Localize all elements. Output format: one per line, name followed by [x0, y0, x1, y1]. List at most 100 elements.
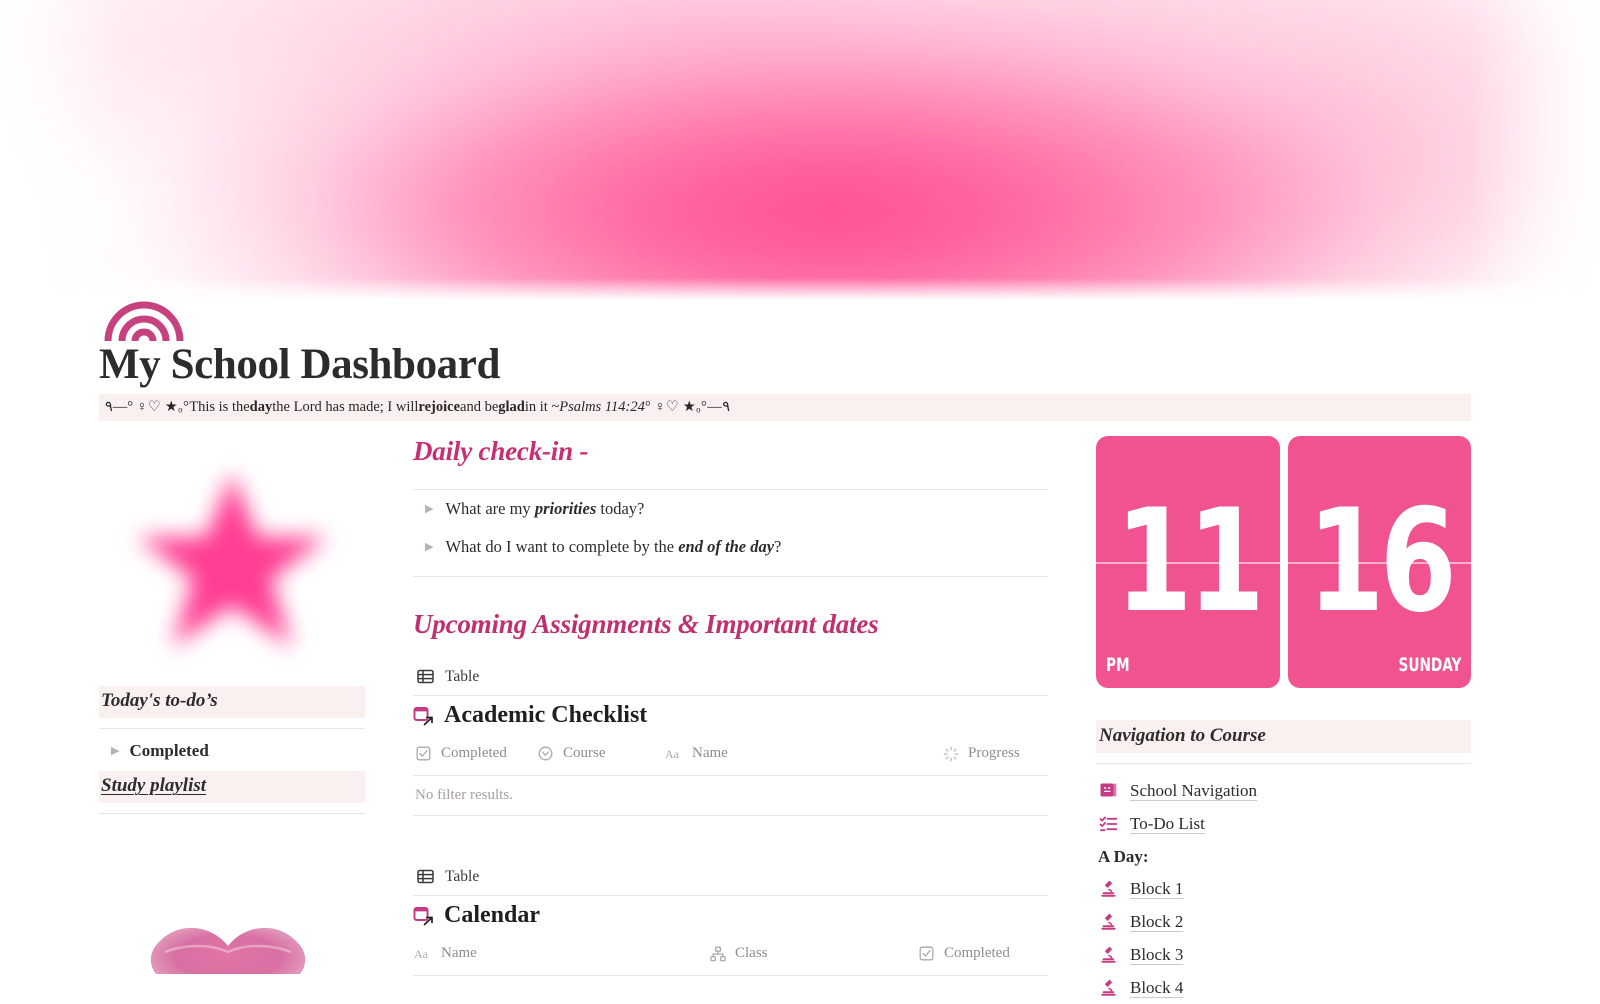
left-column: Today's to-do’s ▶ Completed Study playli… — [99, 436, 365, 974]
nav-link-label: To-Do List — [1130, 813, 1205, 833]
column-header-label: Name — [441, 945, 477, 961]
banner-left-fade — [0, 0, 120, 302]
quote-text-3: and be — [460, 399, 499, 415]
main-content-column: Daily check-in - ▶ What are my prioritie… — [413, 436, 1048, 976]
daily-checkin-title[interactable]: Daily check-in - — [413, 436, 1048, 467]
database-title-label: Calendar — [444, 902, 540, 928]
star-image[interactable] — [99, 436, 365, 686]
day-schedule-label: A Day: — [1098, 847, 1149, 866]
checkin-text-emph: priorities — [534, 499, 597, 518]
nav-link-block-2[interactable]: Block 2 — [1096, 905, 1471, 938]
checklist-icon — [1098, 813, 1119, 834]
chevron-right-icon[interactable]: ▶ — [425, 503, 433, 515]
banner-right-fade — [1470, 0, 1600, 302]
study-playlist-heading[interactable]: Study playlist — [99, 771, 365, 803]
table-header-row: Completed Course Aa Name Progress — [413, 733, 1048, 775]
todo-toggle-label: Completed — [129, 741, 209, 760]
column-header-class[interactable]: Class — [707, 943, 916, 964]
chevron-right-icon[interactable]: ▶ — [111, 745, 119, 757]
select-icon — [535, 743, 556, 764]
text-aa-icon: Aa — [664, 743, 685, 764]
flip-split-line — [1096, 562, 1280, 564]
microscope-icon — [1098, 911, 1119, 932]
checkin-text-plain-1: What do I want to complete by the — [445, 537, 679, 556]
column-header-completed[interactable]: Completed — [916, 943, 1010, 964]
nav-link-block-4[interactable]: Block 4 — [1096, 971, 1471, 1004]
column-header-label: Course — [563, 745, 606, 761]
lips-image[interactable] — [103, 854, 353, 974]
nav-link-label: Block 4 — [1130, 977, 1184, 997]
banner-bottom-fade — [0, 278, 1600, 302]
checkin-text-emph: end of the day — [678, 537, 775, 556]
column-header-completed[interactable]: Completed — [413, 743, 535, 764]
quote-text-1: This is the — [189, 399, 250, 415]
checkin-text-plain-1: What are my — [445, 499, 535, 518]
text-aa-icon: Aa — [413, 943, 434, 964]
quote-deco-left: ٩—° ♀♡ ★ₒ° — [105, 399, 190, 415]
quote-bold-glad: glad — [498, 399, 525, 415]
divider — [413, 975, 1048, 976]
quote-deco-right: ° ♀♡ ★ₒ°—٩ — [644, 399, 731, 415]
rainbow-icon[interactable] — [102, 263, 186, 347]
checkbox-icon — [413, 743, 434, 764]
checkin-text-plain-2: ? — [774, 537, 782, 556]
glitter-lips-icon — [151, 928, 305, 974]
assignments-title[interactable]: Upcoming Assignments & Important dates — [413, 609, 1048, 640]
database-view-tab-table-1[interactable]: Table — [413, 662, 1048, 695]
column-header-progress[interactable]: Progress — [940, 743, 1020, 764]
calendar-link-icon — [413, 905, 434, 926]
column-header-label: Progress — [968, 745, 1020, 761]
nav-link-label: School Navigation — [1130, 780, 1258, 800]
quote-callout[interactable]: ٩—° ♀♡ ★ₒ° This is the day the Lord has … — [99, 394, 1471, 421]
quote-text-2: the Lord has made; I will — [272, 399, 419, 415]
column-header-label: Class — [735, 945, 768, 961]
database-view-tab-table-2[interactable]: Table — [413, 862, 1048, 895]
column-header-name[interactable]: Aa Name — [413, 943, 707, 964]
checkin-toggle-endofday[interactable]: ▶ What do I want to complete by the end … — [413, 528, 1048, 566]
column-header-label: Completed — [441, 745, 507, 761]
navigation-heading[interactable]: Navigation to Course — [1096, 720, 1471, 753]
book-icon — [1098, 780, 1119, 801]
nav-link-todo-list[interactable]: To-Do List — [1096, 807, 1471, 840]
checkin-text-plain-2: today? — [596, 499, 645, 518]
table-header-row: Aa Name Class Completed — [413, 933, 1048, 975]
chevron-right-icon[interactable]: ▶ — [425, 541, 433, 553]
column-header-label: Completed — [944, 945, 1010, 961]
clock-weekday: SUNDAY — [1398, 654, 1461, 676]
database-view-label: Table — [445, 867, 480, 885]
todo-toggle-completed[interactable]: ▶ Completed — [99, 729, 365, 771]
flip-clock-widget[interactable]: 11 PM 16 SUNDAY — [1096, 436, 1471, 688]
clock-meridiem: PM — [1106, 654, 1130, 676]
nav-link-label: Block 1 — [1130, 878, 1184, 898]
relation-icon — [707, 943, 728, 964]
database-title-academic-checklist[interactable]: Academic Checklist — [413, 696, 1048, 733]
checkbox-icon — [916, 943, 937, 964]
svg-text:Aa: Aa — [665, 747, 680, 761]
microscope-icon — [1098, 977, 1119, 998]
flip-card-date[interactable]: 16 SUNDAY — [1287, 436, 1471, 688]
calendar-link-icon — [413, 705, 434, 726]
flip-split-line — [1287, 562, 1471, 564]
microscope-icon — [1098, 878, 1119, 899]
right-sidebar-column: 11 PM 16 SUNDAY Navigation to Course Sch… — [1096, 436, 1471, 1004]
column-header-label: Name — [692, 745, 728, 761]
quote-bold-day: day — [249, 399, 273, 415]
database-view-label: Table — [445, 667, 480, 685]
nav-link-label: Block 3 — [1130, 944, 1184, 964]
flip-card-hour[interactable]: 11 PM — [1096, 436, 1280, 688]
nav-link-block-1[interactable]: Block 1 — [1096, 872, 1471, 905]
todo-section-heading[interactable]: Today's to-do’s — [99, 686, 365, 718]
table-icon — [415, 666, 436, 687]
database-title-calendar[interactable]: Calendar — [413, 896, 1048, 933]
microscope-icon — [1098, 944, 1119, 965]
checkin-toggle-priorities[interactable]: ▶ What are my priorities today? — [413, 490, 1048, 528]
svg-text:Aa: Aa — [414, 947, 429, 961]
column-header-course[interactable]: Course — [535, 743, 664, 764]
table-empty-message: No filter results. — [415, 787, 513, 803]
column-header-name[interactable]: Aa Name — [664, 743, 940, 764]
nav-link-school-navigation[interactable]: School Navigation — [1096, 774, 1471, 807]
nav-link-block-3[interactable]: Block 3 — [1096, 938, 1471, 971]
banner-gradient — [0, 0, 1600, 302]
database-title-label: Academic Checklist — [444, 702, 648, 728]
page-title[interactable]: My School Dashboard — [99, 340, 500, 389]
